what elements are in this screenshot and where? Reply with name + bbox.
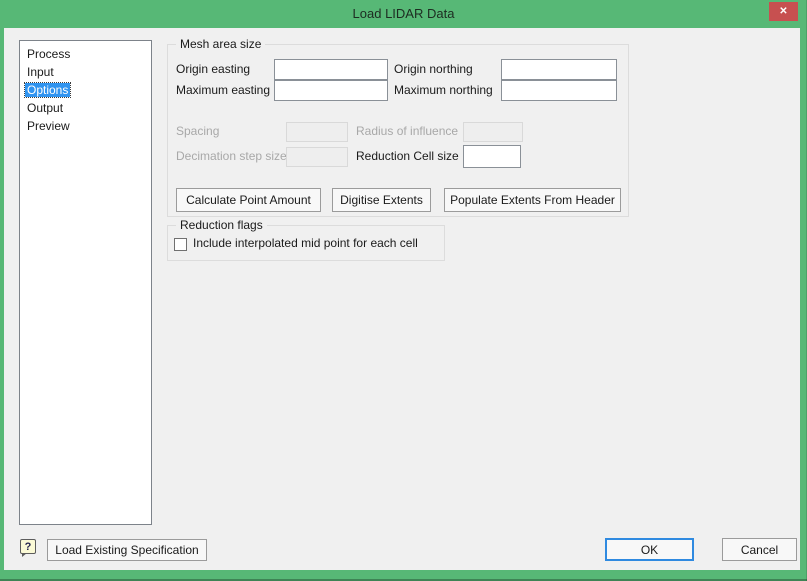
origin-easting-input[interactable] xyxy=(274,59,388,80)
close-button[interactable]: ✕ xyxy=(769,2,798,21)
spacing-input xyxy=(286,122,348,142)
sidebar-item-preview[interactable]: Preview xyxy=(20,117,151,135)
reduction-cell-size-label: Reduction Cell size xyxy=(356,149,459,163)
origin-easting-label: Origin easting xyxy=(176,62,251,76)
origin-northing-input[interactable] xyxy=(501,59,617,80)
sidebar-item-output[interactable]: Output xyxy=(20,99,151,117)
maximum-easting-input[interactable] xyxy=(274,80,388,101)
reduction-flags-title: Reduction flags xyxy=(176,218,267,233)
mesh-group-title: Mesh area size xyxy=(176,37,266,52)
mesh-area-size-group: Mesh area size Origin easting Origin nor… xyxy=(167,37,629,217)
help-icon[interactable]: ? xyxy=(20,539,36,557)
titlebar[interactable]: Load LIDAR Data ✕ xyxy=(0,0,807,28)
reduction-flags-group: Reduction flags Include interpolated mid… xyxy=(167,218,445,261)
radius-of-influence-input xyxy=(463,122,523,142)
digitise-extents-button[interactable]: Digitise Extents xyxy=(332,188,431,212)
origin-northing-label: Origin northing xyxy=(394,62,473,76)
populate-extents-from-header-button[interactable]: Populate Extents From Header xyxy=(444,188,621,212)
ok-button[interactable]: OK xyxy=(605,538,694,561)
reduction-cell-size-input[interactable] xyxy=(463,145,521,168)
decimation-step-size-input xyxy=(286,147,348,167)
selected-item-highlight: Options xyxy=(23,82,72,98)
radius-of-influence-label: Radius of influence xyxy=(356,124,459,138)
cancel-button[interactable]: Cancel xyxy=(722,538,797,561)
load-lidar-dialog: Load LIDAR Data ✕ Process Input Options … xyxy=(0,0,807,581)
spacing-label: Spacing xyxy=(176,124,220,138)
load-existing-specification-button[interactable]: Load Existing Specification xyxy=(47,539,207,561)
pages-listbox[interactable]: Process Input Options Output Preview xyxy=(19,40,152,525)
sidebar-item-process[interactable]: Process xyxy=(20,45,151,63)
sidebar-item-options[interactable]: Options xyxy=(20,81,151,99)
maximum-easting-label: Maximum easting xyxy=(176,83,271,97)
decimation-step-size-label: Decimation step size xyxy=(176,149,287,163)
maximum-northing-label: Maximum northing xyxy=(394,83,493,97)
close-icon: ✕ xyxy=(779,6,788,17)
maximum-northing-input[interactable] xyxy=(501,80,617,101)
include-midpoint-checkbox[interactable] xyxy=(174,238,187,251)
sidebar-item-input[interactable]: Input xyxy=(20,63,151,81)
window-title: Load LIDAR Data xyxy=(352,6,455,21)
calculate-point-amount-button[interactable]: Calculate Point Amount xyxy=(176,188,321,212)
dialog-client-area: Process Input Options Output Preview Mes… xyxy=(4,28,800,570)
include-midpoint-label: Include interpolated mid point for each … xyxy=(193,236,418,250)
